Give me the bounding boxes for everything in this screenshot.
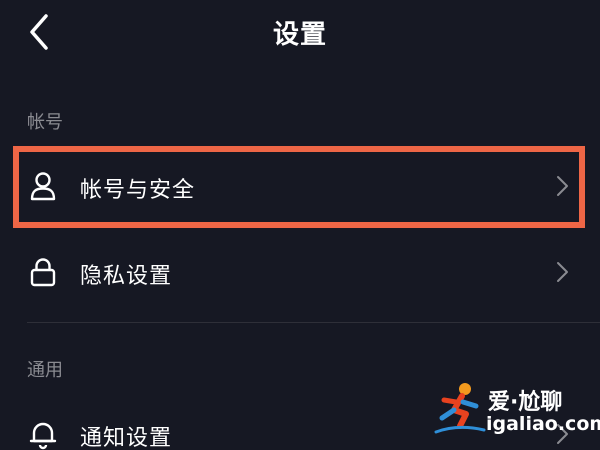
section-header-general: 通用 [27, 360, 63, 381]
page-title: 设置 [272, 20, 327, 50]
section-divider [27, 322, 600, 323]
chevron-right-icon [552, 174, 572, 198]
watermark: 爱·尬聊 igaliao.com [432, 380, 600, 442]
settings-screen: 设置 帐号 帐号与安全 隐私设置 通用 通知设置 爱·尬聊 igaliao.co… [0, 0, 600, 450]
settings-row-account-security[interactable]: 帐号与安全 [0, 150, 600, 222]
user-icon [27, 170, 59, 202]
section-header-account: 帐号 [27, 112, 63, 133]
bell-icon [27, 418, 59, 450]
settings-row-privacy[interactable]: 隐私设置 [0, 236, 600, 308]
lock-icon [27, 256, 59, 288]
settings-row-label: 通知设置 [80, 426, 173, 450]
settings-row-label: 隐私设置 [80, 264, 173, 289]
watermark-url: igaliao.com [486, 413, 600, 435]
settings-row-label: 帐号与安全 [80, 178, 196, 203]
watermark-title: 爱·尬聊 [488, 390, 563, 415]
chevron-right-icon [552, 260, 572, 284]
runner-logo-icon [434, 383, 486, 434]
nav-bar: 设置 [0, 0, 600, 66]
